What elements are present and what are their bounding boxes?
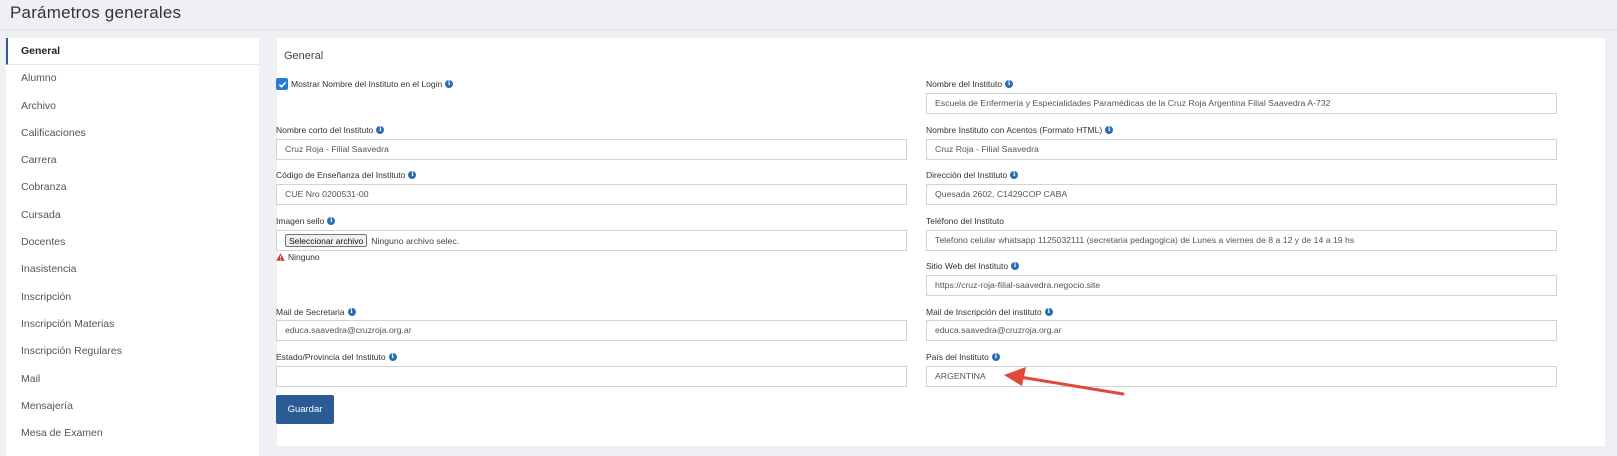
codigo-ensenanza-input[interactable]: CUE Nro 0200531-00 (276, 184, 907, 205)
imagen-sello-status: Ninguno (276, 252, 320, 262)
estado-provincia-label: Estado/Provincia del Instituto i (276, 352, 397, 362)
estado-provincia-label-text: Estado/Provincia del Instituto (276, 352, 386, 362)
imagen-sello-status-text: Ninguno (288, 252, 320, 262)
direccion-label: Dirección del Instituto i (926, 170, 1019, 180)
sidebar-item-carrera[interactable]: Carrera (6, 147, 259, 174)
info-icon[interactable]: i (1005, 80, 1014, 88)
sidebar-item-inscripcion-materias[interactable]: Inscripción Materias (6, 311, 259, 338)
sidebar-item-alumno[interactable]: Alumno (6, 65, 259, 92)
pais-label-text: País del Instituto (926, 352, 989, 362)
nombre-corto-label: Nombre corto del Instituto i (276, 125, 385, 135)
pais-input[interactable]: ARGENTINA (926, 366, 1557, 387)
info-icon[interactable]: i (347, 308, 356, 316)
sidebar-item-inscripcion-regulares[interactable]: Inscripción Regulares (6, 338, 259, 365)
sidebar-item-cobranza[interactable]: Cobranza (6, 174, 259, 201)
mail-secretaria-label-text: Mail de Secretaria (276, 307, 345, 317)
show-name-login-text: Mostrar Nombre del Instituto en el Login (291, 79, 443, 89)
section-title: General (284, 50, 324, 62)
sidebar-item-inasistencia[interactable]: Inasistencia (6, 256, 259, 283)
telefono-label-text: Teléfono del Instituto (926, 216, 1004, 226)
nombre-acentos-label-text: Nombre Instituto con Acentos (Formato HT… (926, 125, 1103, 135)
general-settings-panel: General Mostrar Nombre del Instituto en … (276, 38, 1605, 446)
mail-inscripcion-input[interactable]: educa.saavedra@cruzroja.org.ar (926, 320, 1557, 341)
mail-secretaria-input[interactable]: educa.saavedra@cruzroja.org.ar (276, 320, 907, 341)
sidebar-item-general[interactable]: General (6, 38, 259, 66)
sitio-web-label: Sitio Web del Instituto i (926, 261, 1020, 271)
sidebar-item-mesa-de-examen[interactable]: Mesa de Examen (6, 420, 259, 447)
show-name-login-label: Mostrar Nombre del Instituto en el Login… (291, 79, 454, 89)
nombre-acentos-label: Nombre Instituto con Acentos (Formato HT… (926, 125, 1114, 135)
file-status-text: Ninguno archivo selec. (371, 235, 460, 246)
nombre-instituto-input[interactable]: Escuela de Enfermería y Especialidades P… (926, 93, 1557, 114)
telefono-label: Teléfono del Instituto (926, 216, 1004, 226)
codigo-ensenanza-label-text: Código de Enseñanza del Instituto (276, 170, 406, 180)
warning-icon (276, 253, 285, 261)
nombre-corto-input[interactable]: Cruz Roja - Filial Saavedra (276, 139, 907, 160)
mail-inscripcion-label-text: Mail de Inscripción del instituto (926, 307, 1042, 317)
select-file-button[interactable]: Seleccionar archivo (285, 234, 368, 247)
save-button[interactable]: Guardar (276, 395, 334, 424)
nombre-acentos-input[interactable]: Cruz Roja - Filial Saavedra (926, 139, 1557, 160)
info-icon[interactable]: i (1010, 171, 1019, 179)
nombre-instituto-label-text: Nombre del Instituto (926, 79, 1003, 89)
info-icon[interactable]: i (327, 217, 336, 225)
direccion-input[interactable]: Quesada 2602, C1429COP CABA (926, 184, 1557, 205)
sidebar-item-cursada[interactable]: Cursada (6, 202, 259, 229)
nombre-corto-label-text: Nombre corto del Instituto (276, 125, 374, 135)
info-icon[interactable]: i (1044, 308, 1053, 316)
sitio-web-label-text: Sitio Web del Instituto (926, 261, 1009, 271)
info-icon[interactable]: i (991, 353, 1000, 361)
imagen-sello-label-text: Imagen sello (276, 216, 325, 226)
sidebar-item-docentes[interactable]: Docentes (6, 229, 259, 256)
imagen-sello-file-input: Seleccionar archivo Ninguno archivo sele… (276, 230, 907, 251)
info-icon[interactable]: i (388, 353, 397, 361)
mail-secretaria-label: Mail de Secretaria i (276, 307, 356, 317)
check-icon (278, 81, 286, 88)
info-icon[interactable]: i (1105, 126, 1114, 134)
sidebar-item-archivo[interactable]: Archivo (6, 93, 259, 120)
sidebar-item-calificaciones[interactable]: Calificaciones (6, 120, 259, 147)
pais-label: País del Instituto i (926, 352, 1000, 362)
sidebar-item-inscripcion[interactable]: Inscripción (6, 284, 259, 311)
info-icon[interactable]: i (445, 80, 454, 88)
mail-inscripcion-label: Mail de Inscripción del instituto i (926, 307, 1053, 317)
sidebar-item-mensajeria[interactable]: Mensajería (6, 393, 259, 420)
direccion-label-text: Dirección del Instituto (926, 170, 1008, 180)
info-icon[interactable]: i (1011, 262, 1020, 270)
nombre-instituto-label: Nombre del Instituto i (926, 79, 1014, 89)
sitio-web-input[interactable]: https://cruz-roja-filial-saavedra.negoci… (926, 275, 1557, 296)
info-icon[interactable]: i (408, 171, 417, 179)
imagen-sello-label: Imagen sello i (276, 216, 336, 226)
telefono-input[interactable]: Telefono celular whatsapp 1125032111 (se… (926, 230, 1557, 251)
show-name-login-checkbox[interactable] (276, 78, 288, 90)
settings-sidebar: General Alumno Archivo Calificaciones Ca… (6, 38, 259, 456)
estado-provincia-input[interactable] (276, 366, 907, 387)
sidebar-item-mail[interactable]: Mail (6, 366, 259, 393)
codigo-ensenanza-label: Código de Enseñanza del Instituto i (276, 170, 417, 180)
info-icon[interactable]: i (376, 126, 385, 134)
page-title: Parámetros generales (10, 3, 182, 22)
title-divider (0, 29, 1617, 30)
